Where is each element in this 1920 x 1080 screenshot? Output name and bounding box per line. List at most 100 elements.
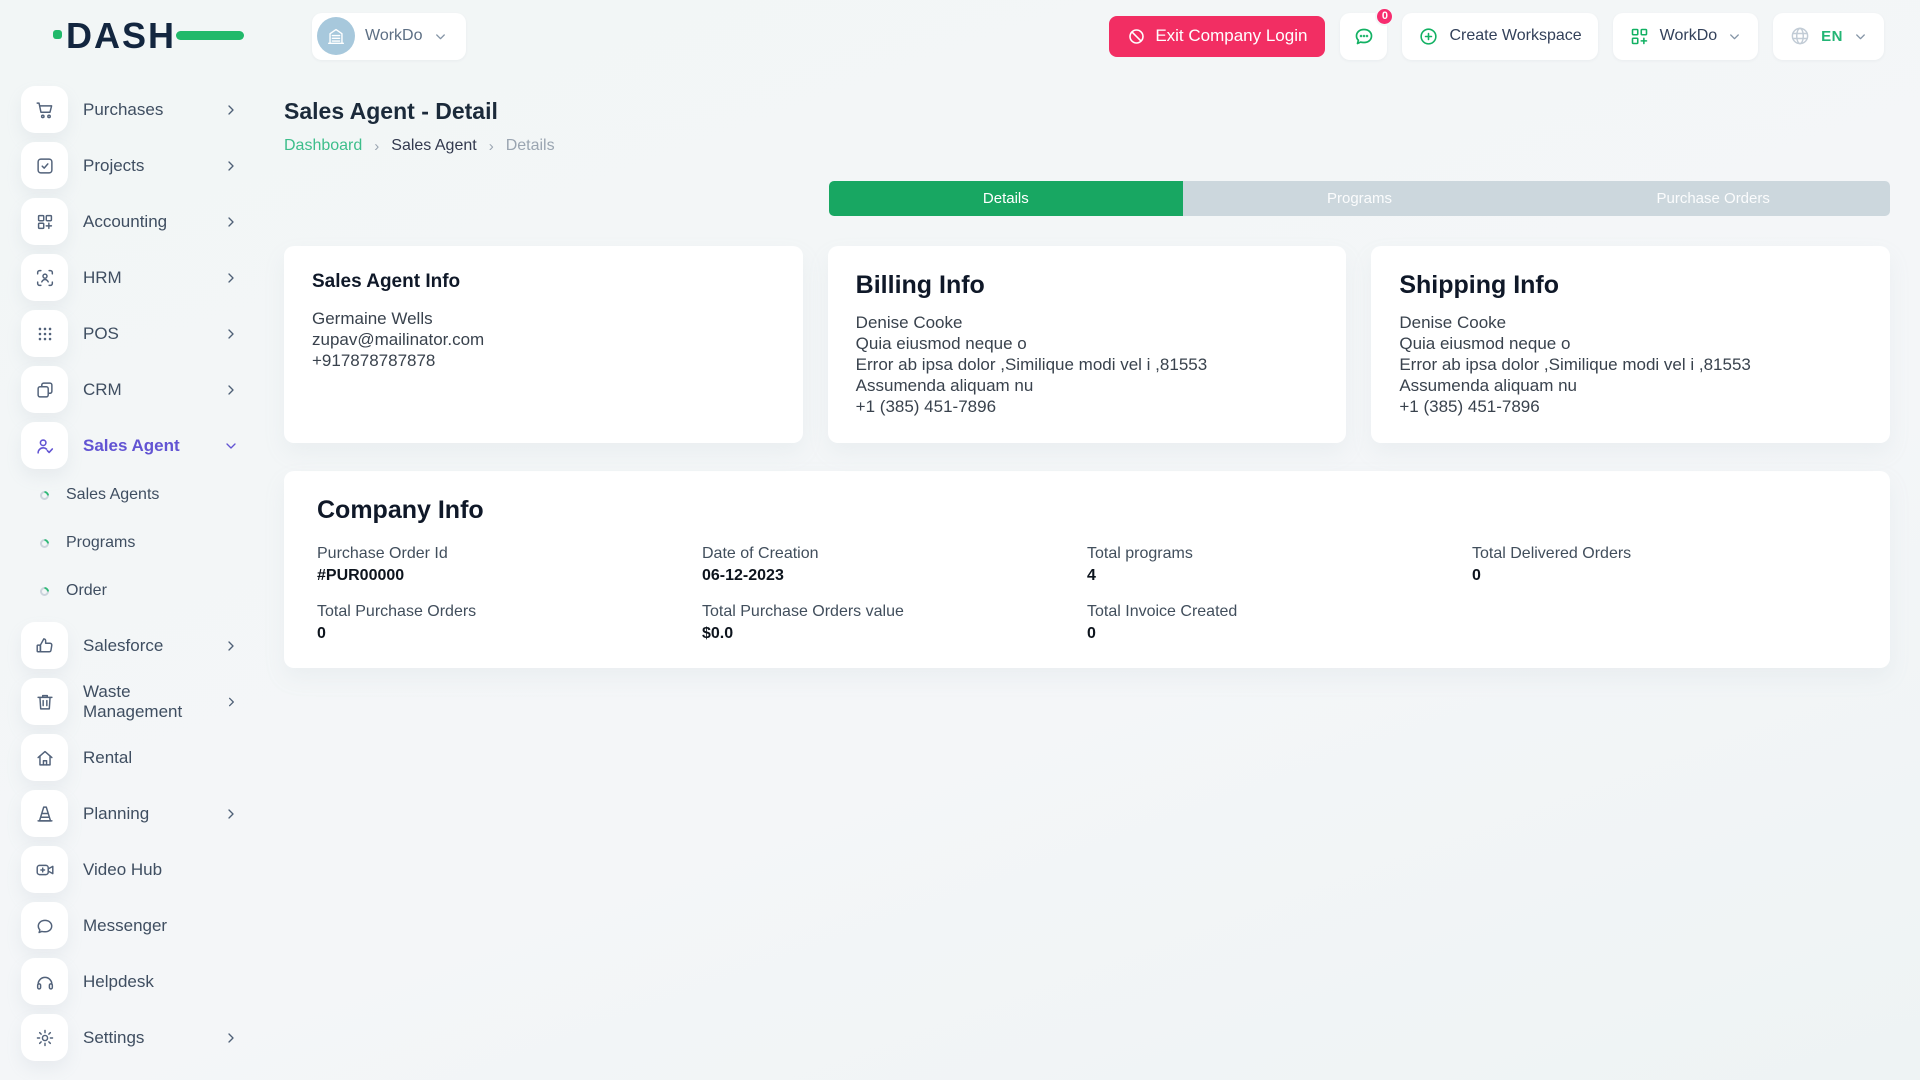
card-title: Billing Info (856, 271, 1319, 300)
sidebar-item-planning[interactable]: Planning (21, 790, 239, 837)
field-label: Total Delivered Orders (1472, 545, 1857, 563)
billing-address-line: Assumenda aliquam nu (856, 375, 1319, 396)
shipping-name: Denise Cooke (1399, 312, 1862, 333)
company-switcher-label: WorkDo (365, 27, 423, 45)
sidebar-item-label: Helpdesk (83, 972, 154, 992)
sidebar-item-waste-management[interactable]: Waste Management (21, 678, 239, 725)
bullet-icon (38, 489, 51, 502)
field-value: 06-12-2023 (702, 567, 1087, 585)
breadcrumb-dashboard-link[interactable]: Dashboard (284, 137, 362, 155)
messenger-shortcut-button[interactable]: 0 (1340, 13, 1387, 60)
dash-logo[interactable]: DASH (66, 15, 216, 57)
field-value: 0 (1472, 567, 1857, 585)
traffic-cone-icon (34, 803, 56, 825)
exit-company-login-button[interactable]: Exit Company Login (1109, 16, 1325, 57)
chevron-right-icon (223, 382, 239, 398)
chevron-down-icon (433, 29, 448, 44)
logo-wordmark: DASH (66, 15, 176, 56)
sidebar-item-accounting[interactable]: Accounting (21, 198, 239, 245)
sidebar-item-projects[interactable]: Projects (21, 142, 239, 189)
breadcrumb-sales-agent-link[interactable]: Sales Agent (391, 137, 476, 155)
agent-email: zupav@mailinator.com (312, 329, 775, 350)
card-title: Company Info (317, 496, 1857, 525)
chevron-right-icon (224, 694, 239, 710)
sidebar-item-video-hub[interactable]: Video Hub (21, 846, 239, 893)
chevron-down-icon (223, 438, 239, 454)
chevron-right-icon (223, 806, 239, 822)
field-value: 0 (1087, 625, 1472, 643)
sidebar-subitem-label: Order (66, 582, 107, 600)
breadcrumb-separator: › (374, 138, 379, 155)
shipping-phone: +1 (385) 451-7896 (1399, 396, 1862, 417)
tab-programs[interactable]: Programs (1183, 181, 1537, 216)
gear-icon (34, 1027, 56, 1049)
shopping-cart-icon (34, 99, 56, 121)
logo-accent-bar (176, 31, 244, 40)
company-avatar (317, 17, 355, 55)
sidebar-item-messenger[interactable]: Messenger (21, 902, 239, 949)
sidebar-item-settings[interactable]: Settings (21, 1014, 239, 1061)
chat-bubble-icon (34, 915, 56, 937)
exit-button-label: Exit Company Login (1155, 26, 1307, 46)
billing-phone: +1 (385) 451-7896 (856, 396, 1319, 417)
trash-icon (34, 691, 56, 713)
sidebar-item-pos[interactable]: POS (21, 310, 239, 357)
sidebar-item-label: Video Hub (83, 860, 162, 880)
sidebar-item-crm[interactable]: CRM (21, 366, 239, 413)
sales-agent-info-card: Sales Agent Info Germaine Wells zupav@ma… (284, 246, 803, 443)
billing-name: Denise Cooke (856, 312, 1319, 333)
field-value: 0 (317, 625, 702, 643)
sidebar-subitem-order[interactable]: Order (40, 574, 258, 608)
page-title: Sales Agent - Detail (284, 98, 1890, 125)
billing-info-card: Billing Info Denise Cooke Quia eiusmod n… (828, 246, 1347, 443)
sidebar-item-label: Salesforce (83, 636, 163, 656)
language-code: EN (1821, 28, 1843, 45)
create-workspace-button[interactable]: Create Workspace (1402, 13, 1597, 60)
field-value: 4 (1087, 567, 1472, 585)
sidebar-item-purchases[interactable]: Purchases (21, 86, 239, 133)
grid-plus-icon (34, 211, 56, 233)
card-title: Sales Agent Info (312, 271, 775, 293)
company-info-card: Company Info Purchase Order Id #PUR00000… (284, 471, 1890, 668)
agent-phone: +917878787878 (312, 350, 775, 371)
sidebar-subitem-sales-agents[interactable]: Sales Agents (40, 478, 258, 512)
chevron-right-icon (223, 1030, 239, 1046)
chevron-down-icon (1853, 29, 1868, 44)
sidebar-item-label: POS (83, 324, 119, 344)
tab-details[interactable]: Details (829, 181, 1183, 216)
shipping-address-line: Assumenda aliquam nu (1399, 375, 1862, 396)
workspace-switcher[interactable]: WorkDo (1613, 13, 1759, 60)
sidebar-item-label: Planning (83, 804, 149, 824)
main-content: Sales Agent - Detail Dashboard › Sales A… (284, 72, 1890, 668)
field-label: Purchase Order Id (317, 545, 702, 563)
breadcrumb-separator: › (489, 138, 494, 155)
sidebar-subitem-programs[interactable]: Programs (40, 526, 258, 560)
sidebar-item-label: Accounting (83, 212, 167, 232)
field-label: Total Purchase Orders (317, 603, 702, 621)
sidebar-item-rental[interactable]: Rental (21, 734, 239, 781)
grid-plus-icon (1629, 26, 1650, 47)
shipping-address-line: Error ab ipsa dolor ,Similique modi vel … (1399, 354, 1862, 375)
sidebar-item-helpdesk[interactable]: Helpdesk (21, 958, 239, 1005)
chevron-right-icon (223, 326, 239, 342)
globe-icon (1789, 25, 1811, 47)
headphones-icon (34, 971, 56, 993)
sidebar-item-sales-agent[interactable]: Sales Agent (21, 422, 239, 469)
company-field: Total Purchase Orders value $0.0 (702, 603, 1087, 643)
tab-purchase-orders[interactable]: Purchase Orders (1536, 181, 1890, 216)
sidebar-item-salesforce[interactable]: Salesforce (21, 622, 239, 669)
field-value: #PUR00000 (317, 567, 702, 585)
chevron-right-icon (223, 270, 239, 286)
building-icon (325, 25, 347, 47)
chat-bubble-icon (1352, 24, 1376, 48)
logo-accent-dot (53, 30, 62, 39)
sidebar-item-label: Settings (83, 1028, 144, 1048)
sidebar-item-hrm[interactable]: HRM (21, 254, 239, 301)
sidebar-item-label: CRM (83, 380, 122, 400)
chevron-right-icon (223, 102, 239, 118)
company-switcher[interactable]: WorkDo (312, 13, 466, 60)
chevron-right-icon (223, 638, 239, 654)
sidebar-item-label: Messenger (83, 916, 167, 936)
agent-name: Germaine Wells (312, 308, 775, 329)
language-selector[interactable]: EN (1773, 13, 1884, 60)
